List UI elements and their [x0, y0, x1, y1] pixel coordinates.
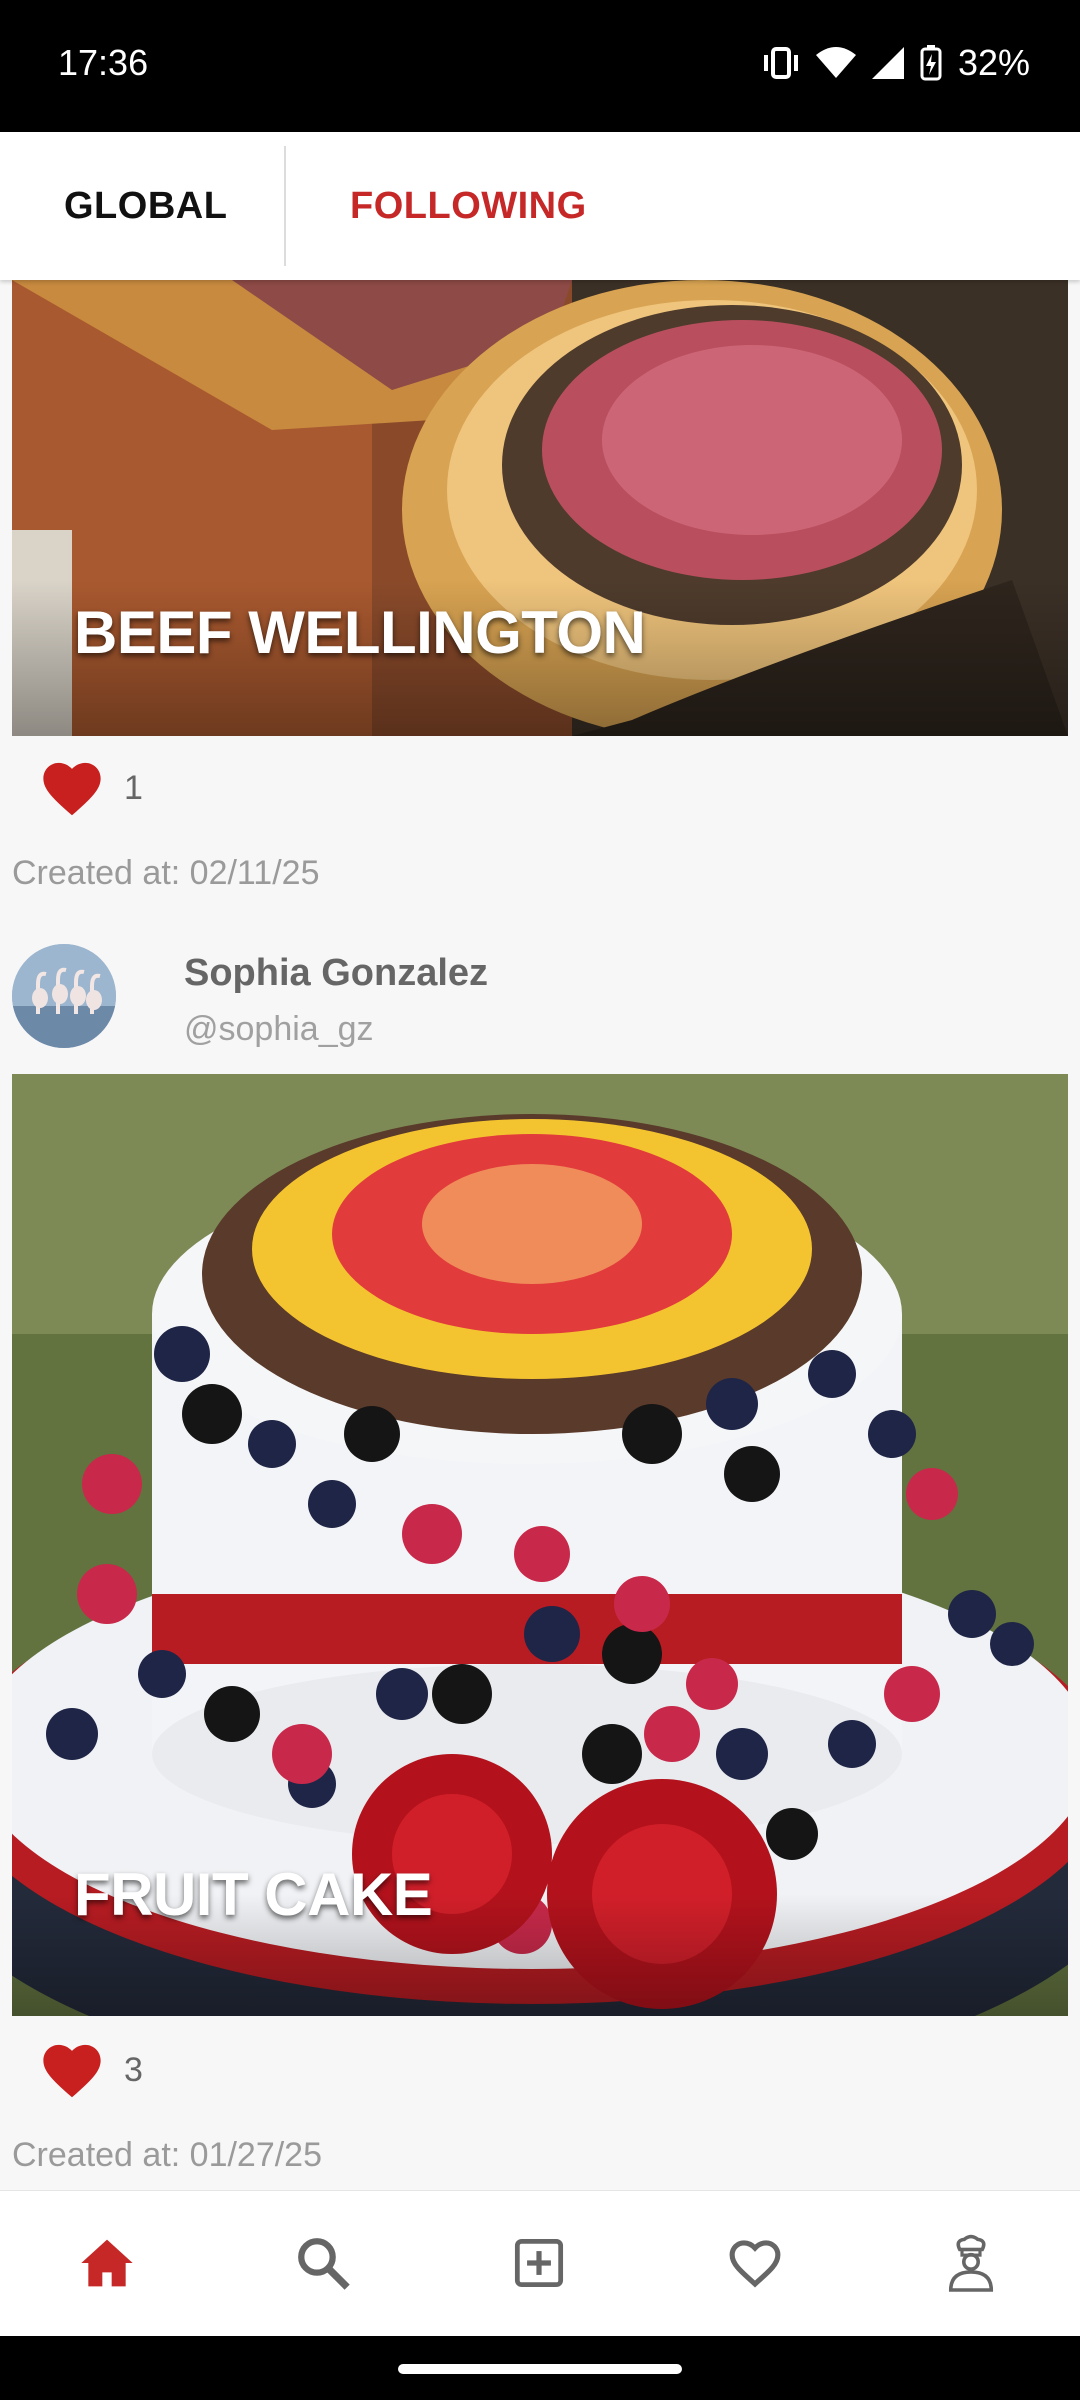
like-row: 3 — [38, 2040, 143, 2100]
recipe-image-fruit-cake[interactable]: FRUIT CAKE — [12, 1074, 1068, 2016]
battery-percent: 32% — [957, 42, 1030, 83]
feed-tabs: GLOBAL FOLLOWING — [0, 132, 1080, 280]
status-bar: 17:36 32% — [0, 0, 1080, 132]
heart-icon[interactable] — [38, 758, 106, 818]
nav-profile[interactable] — [939, 2231, 1003, 2295]
avatar[interactable] — [12, 944, 116, 1048]
post-author[interactable]: Sophia Gonzalez @sophia_gz — [12, 944, 1068, 1054]
like-count: 1 — [124, 768, 143, 807]
tab-divider — [284, 146, 286, 266]
signal-icon — [871, 47, 904, 79]
chef-icon — [948, 2234, 994, 2292]
author-name[interactable]: Sophia Gonzalez — [184, 952, 488, 995]
nav-search[interactable] — [291, 2231, 355, 2295]
status-icons: 32% — [762, 42, 1030, 84]
home-gesture-bar[interactable] — [398, 2364, 682, 2374]
home-icon — [81, 2239, 133, 2287]
recipe-title: FRUIT CAKE — [74, 1861, 433, 1928]
bottom-navigation — [0, 2190, 1080, 2336]
tab-following[interactable]: FOLLOWING — [350, 132, 587, 280]
search-icon — [298, 2238, 350, 2290]
created-date: Created at: 01/27/25 — [12, 2136, 323, 2174]
nav-add-recipe[interactable] — [507, 2231, 571, 2295]
author-handle: @sophia_gz — [184, 1010, 374, 1048]
recipe-image-beef-wellington[interactable]: BEEF WELLINGTON — [12, 280, 1068, 736]
vibrate-icon — [763, 47, 798, 79]
add-box-icon — [514, 2238, 564, 2288]
nav-favorites[interactable] — [723, 2231, 787, 2295]
like-count: 3 — [124, 2050, 143, 2089]
battery-icon — [920, 45, 942, 81]
wifi-icon — [815, 47, 856, 78]
system-gesture-area — [0, 2336, 1080, 2400]
recipe-title: BEEF WELLINGTON — [74, 599, 646, 666]
flamingo-avatar-image — [12, 944, 116, 1048]
status-time: 17:36 — [58, 42, 149, 83]
like-row: 1 — [38, 758, 143, 818]
nav-home[interactable] — [75, 2231, 139, 2295]
tab-global[interactable]: GLOBAL — [64, 132, 227, 280]
heart-outline-icon — [729, 2240, 781, 2288]
recipe-feed[interactable]: BEEF WELLINGTON 1 Created at: 02/11/25 S… — [0, 280, 1080, 2190]
created-date: Created at: 02/11/25 — [12, 854, 320, 892]
heart-icon[interactable] — [38, 2040, 106, 2100]
beef-wellington-photo — [12, 280, 1068, 736]
